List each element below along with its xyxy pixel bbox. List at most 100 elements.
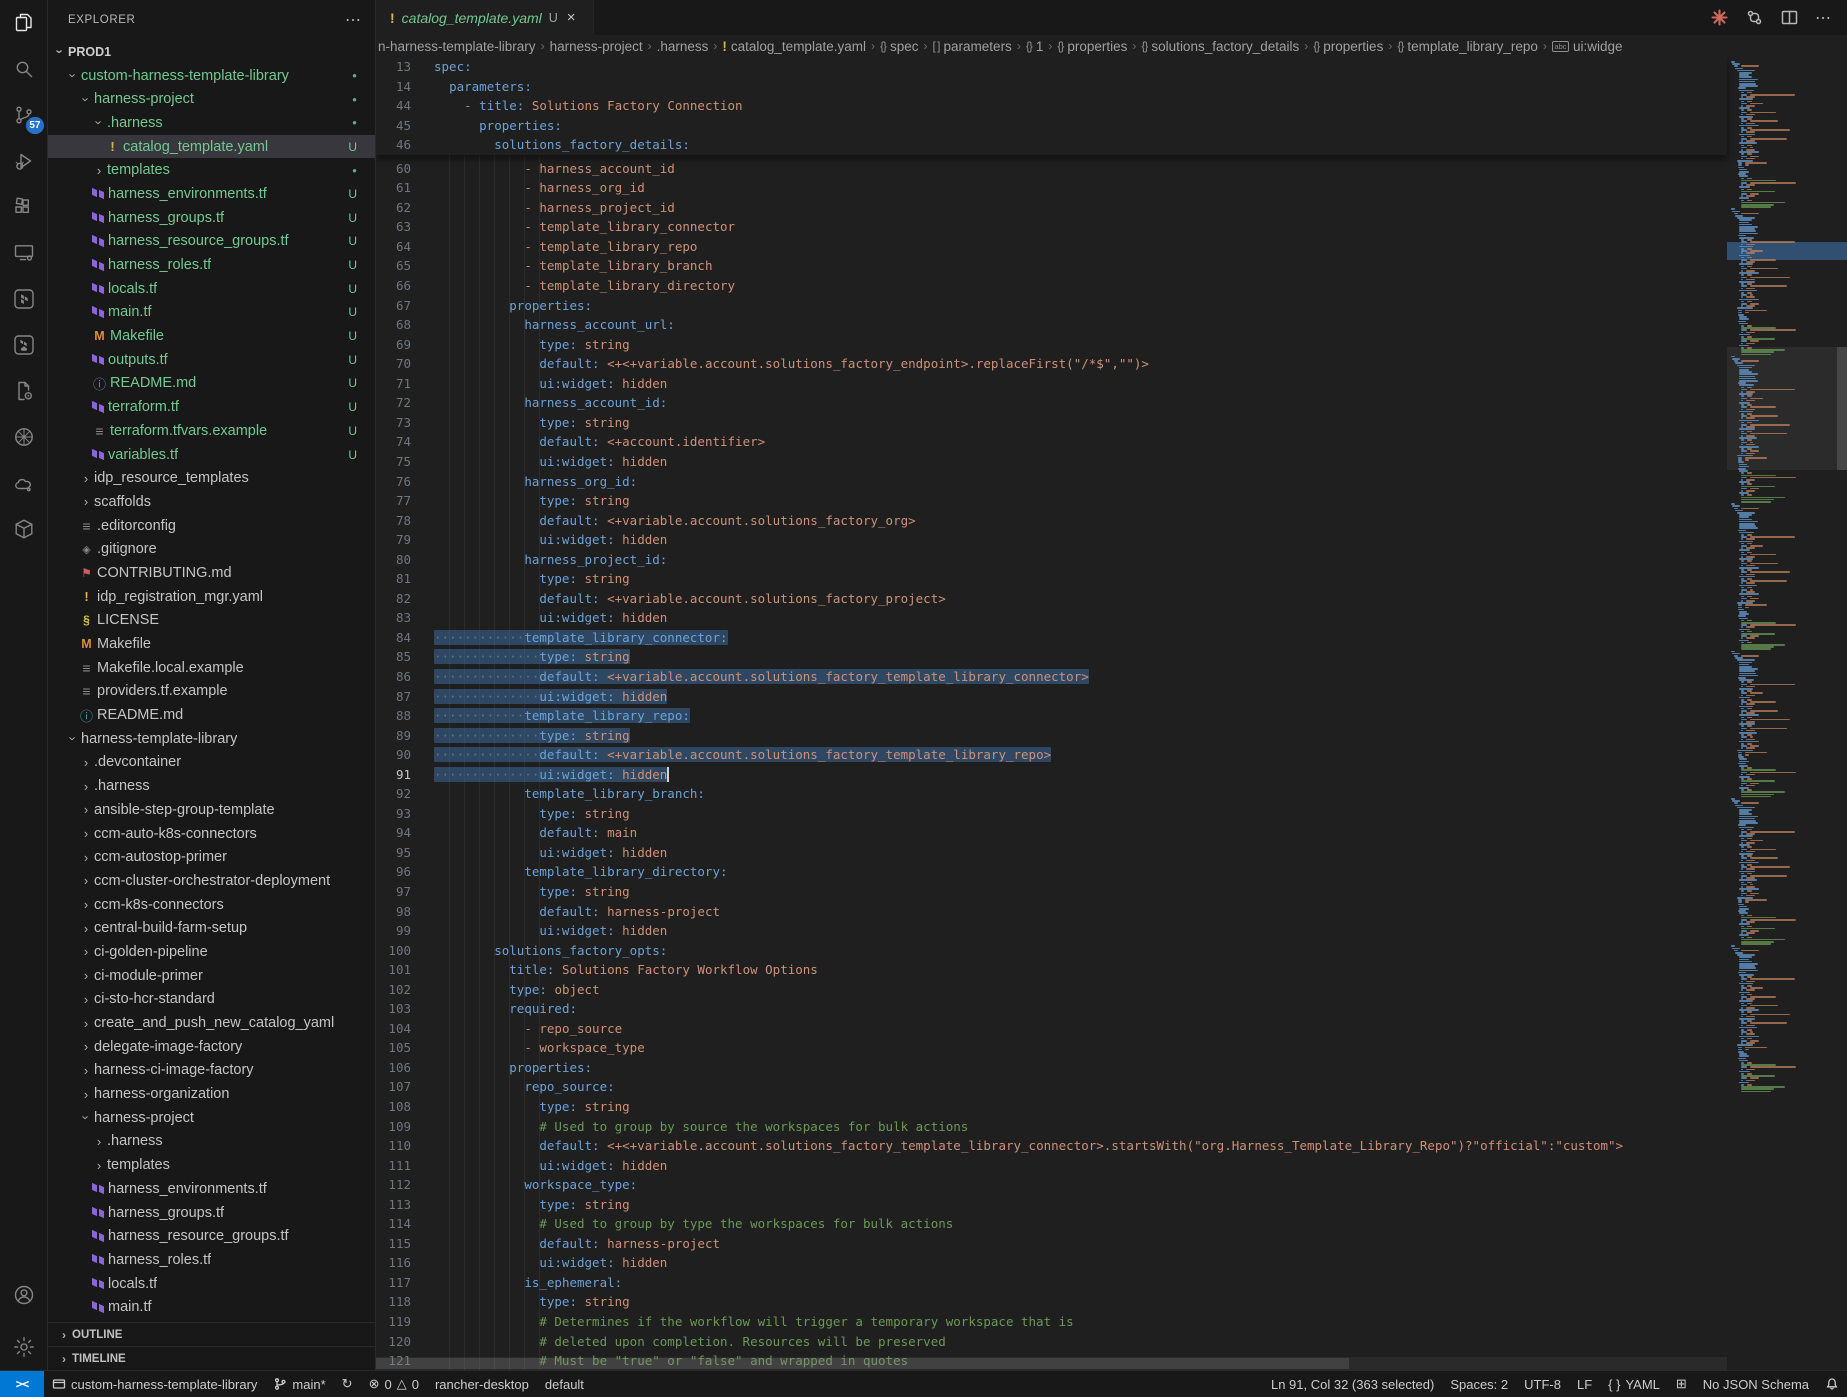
breadcrumb-item-properties[interactable]: {}properties	[1313, 39, 1383, 54]
code-line-90[interactable]: 90··············default: <+variable.acco…	[376, 745, 1727, 765]
code-line-85[interactable]: 85··············type: string	[376, 647, 1727, 667]
code-line-86[interactable]: 86··············default: <+variable.acco…	[376, 667, 1727, 687]
code-line-13[interactable]: 13spec:	[376, 57, 1727, 77]
code-editor[interactable]: 60 - harness_account_id61 - harness_org_…	[376, 57, 1847, 1370]
code-line-84[interactable]: 84············template_library_connector…	[376, 628, 1727, 648]
tree-file-terraform-tf[interactable]: terraform.tfU	[48, 395, 375, 419]
tree-file-harness-roles-tf[interactable]: harness_roles.tfU	[48, 253, 375, 277]
code-line-62[interactable]: 62 - harness_project_id	[376, 198, 1727, 218]
tree-folder-harness-ci-image-factory[interactable]: ›harness-ci-image-factory	[48, 1059, 375, 1083]
code-line-78[interactable]: 78 default: <+variable.account.solutions…	[376, 511, 1727, 531]
tree-file-providers-tf-example[interactable]: ≡providers.tf.example	[48, 680, 375, 704]
terraform-icon[interactable]	[0, 276, 48, 322]
code-line-115[interactable]: 115 default: harness-project	[376, 1234, 1727, 1254]
code-line-61[interactable]: 61 - harness_org_id	[376, 178, 1727, 198]
code-line-64[interactable]: 64 - template_library_repo	[376, 237, 1727, 257]
status-workspace-indicator[interactable]: custom-harness-template-library	[44, 1371, 265, 1397]
tree-folder-ci-module-primer[interactable]: ›ci-module-primer	[48, 964, 375, 988]
code-line-105[interactable]: 105 - workspace_type	[376, 1038, 1727, 1058]
breadcrumb-item-template-library-repo[interactable]: {}template_library_repo	[1397, 39, 1538, 54]
code-line-82[interactable]: 82 default: <+variable.account.solutions…	[376, 589, 1727, 609]
tree-folder--harness[interactable]: ›.harness●	[48, 111, 375, 135]
kubernetes-icon[interactable]	[0, 414, 48, 460]
code-line-108[interactable]: 108 type: string	[376, 1097, 1727, 1117]
code-line-119[interactable]: 119 # Determines if the workflow will tr…	[376, 1312, 1727, 1332]
code-line-70[interactable]: 70 default: <+<+variable.account.solutio…	[376, 354, 1727, 374]
code-line-93[interactable]: 93 type: string	[376, 804, 1727, 824]
tree-file-main-tf[interactable]: main.tf	[48, 1295, 375, 1319]
status-k8s-namespace[interactable]: default	[537, 1371, 592, 1397]
breadcrumb-item-catalog-template-yaml[interactable]: !catalog_template.yaml	[722, 39, 866, 54]
tree-file-idp-registration-mgr-yaml[interactable]: !idp_registration_mgr.yaml	[48, 585, 375, 609]
tree-file-makefile[interactable]: MMakefileU	[48, 324, 375, 348]
accounts-icon[interactable]	[0, 1272, 48, 1318]
code-line-107[interactable]: 107 repo_source:	[376, 1077, 1727, 1097]
tree-file-harness-groups-tf[interactable]: harness_groups.tfU	[48, 206, 375, 230]
tree-file-terraform-tfvars-example[interactable]: ≡terraform.tfvars.exampleU	[48, 419, 375, 443]
tree-folder--devcontainer[interactable]: ›.devcontainer	[48, 751, 375, 775]
status-cursor-position[interactable]: Ln 91, Col 32 (363 selected)	[1263, 1371, 1442, 1397]
tree-folder-ccm-k8s-connectors[interactable]: ›ccm-k8s-connectors	[48, 893, 375, 917]
tree-file-harness-environments-tf[interactable]: harness_environments.tfU	[48, 182, 375, 206]
code-line-72[interactable]: 72 harness_account_id:	[376, 393, 1727, 413]
code-line-73[interactable]: 73 type: string	[376, 413, 1727, 433]
tree-file-harness-roles-tf[interactable]: harness_roles.tf	[48, 1248, 375, 1272]
code-line-111[interactable]: 111 ui:widget: hidden	[376, 1156, 1727, 1176]
code-line-104[interactable]: 104 - repo_source	[376, 1019, 1727, 1039]
code-line-76[interactable]: 76 harness_org_id:	[376, 472, 1727, 492]
breadcrumb-item-spec[interactable]: {}spec	[880, 39, 919, 54]
breadcrumb-item--harness[interactable]: .harness	[657, 39, 709, 54]
tree-folder-templates[interactable]: ›templates●	[48, 158, 375, 182]
code-line-63[interactable]: 63 - template_library_connector	[376, 217, 1727, 237]
tree-folder-ccm-auto-k8s-connectors[interactable]: ›ccm-auto-k8s-connectors	[48, 822, 375, 846]
code-line-98[interactable]: 98 default: harness-project	[376, 902, 1727, 922]
code-line-116[interactable]: 116 ui:widget: hidden	[376, 1253, 1727, 1273]
close-icon[interactable]: ×	[567, 9, 576, 26]
tree-folder-prod1[interactable]: ›PROD1	[48, 40, 375, 64]
code-line-102[interactable]: 102 type: object	[376, 980, 1727, 1000]
open-changes-icon[interactable]	[1745, 8, 1764, 27]
timeline-section[interactable]: › TIMELINE	[48, 1346, 375, 1370]
outline-section[interactable]: › OUTLINE	[48, 1322, 375, 1346]
breadcrumb-item-solutions-factory-details[interactable]: {}solutions_factory_details	[1141, 39, 1299, 54]
minimap[interactable]	[1727, 57, 1847, 1370]
tree-file-harness-resource-groups-tf[interactable]: harness_resource_groups.tfU	[48, 230, 375, 254]
tree-folder--harness[interactable]: ›.harness	[48, 774, 375, 798]
code-line-101[interactable]: 101 title: Solutions Factory Workflow Op…	[376, 960, 1727, 980]
code-line-118[interactable]: 118 type: string	[376, 1292, 1727, 1312]
horizontal-scrollbar[interactable]	[376, 1357, 1727, 1370]
code-line-92[interactable]: 92 template_library_branch:	[376, 784, 1727, 804]
tree-file-locals-tf[interactable]: locals.tfU	[48, 277, 375, 301]
status-indentation[interactable]: Spaces: 2	[1442, 1371, 1516, 1397]
status-schema-selector[interactable]: ⊞	[1668, 1371, 1695, 1397]
tree-folder-ansible-step-group-template[interactable]: ›ansible-step-group-template	[48, 798, 375, 822]
tree-folder-create-and-push-new-catalog-yaml[interactable]: ›create_and_push_new_catalog_yaml	[48, 1011, 375, 1035]
tree-folder-harness-organization[interactable]: ›harness-organization	[48, 1082, 375, 1106]
tree-file-variables-tf[interactable]: variables.tfU	[48, 443, 375, 467]
code-line-46[interactable]: 46 solutions_factory_details:	[376, 135, 1727, 155]
code-line-94[interactable]: 94 default: main	[376, 823, 1727, 843]
breadcrumb-item-harness-project[interactable]: harness-project	[550, 39, 643, 54]
status-encoding[interactable]: UTF-8	[1516, 1371, 1569, 1397]
tree-folder-custom-harness-template-library[interactable]: ›custom-harness-template-library●	[48, 64, 375, 88]
run-debug-icon[interactable]	[0, 138, 48, 184]
tree-folder-harness-template-library[interactable]: ›harness-template-library	[48, 727, 375, 751]
code-line-79[interactable]: 79 ui:widget: hidden	[376, 530, 1727, 550]
tree-file-main-tf[interactable]: main.tfU	[48, 301, 375, 325]
split-editor-icon[interactable]	[1780, 8, 1799, 27]
tree-file-harness-environments-tf[interactable]: harness_environments.tf	[48, 1177, 375, 1201]
tree-folder-scaffolds[interactable]: ›scaffolds	[48, 490, 375, 514]
tree-file-locals-tf[interactable]: locals.tf	[48, 1272, 375, 1296]
code-line-110[interactable]: 110 default: <+<+variable.account.soluti…	[376, 1136, 1727, 1156]
status-problems[interactable]: ⊗0△0	[361, 1371, 427, 1397]
source-control-icon[interactable]: 57	[0, 92, 48, 138]
code-line-114[interactable]: 114 # Used to group by type the workspac…	[376, 1214, 1727, 1234]
tree-folder-harness-project[interactable]: ›harness-project	[48, 1106, 375, 1130]
code-line-96[interactable]: 96 template_library_directory:	[376, 862, 1727, 882]
code-line-71[interactable]: 71 ui:widget: hidden	[376, 374, 1727, 394]
tree-folder--harness[interactable]: ›.harness	[48, 1130, 375, 1154]
tree-file-harness-groups-tf[interactable]: harness_groups.tf	[48, 1201, 375, 1225]
breadcrumb-item-properties[interactable]: {}properties	[1057, 39, 1127, 54]
code-line-100[interactable]: 100 solutions_factory_opts:	[376, 941, 1727, 961]
code-line-95[interactable]: 95 ui:widget: hidden	[376, 843, 1727, 863]
